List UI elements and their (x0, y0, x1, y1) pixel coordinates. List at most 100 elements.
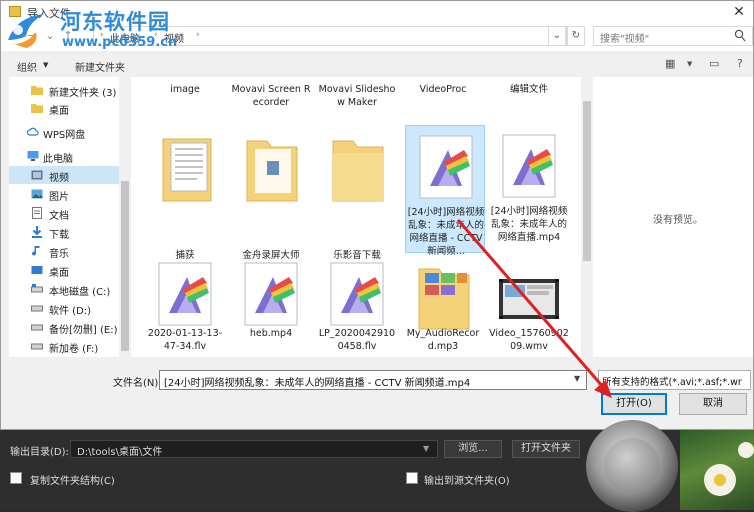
close-icon[interactable]: ✕ (723, 1, 753, 23)
preview-pane-icon[interactable]: ▭ (709, 57, 725, 71)
sidebar-item-drive-e[interactable]: 备份[勿删] (E:) (9, 318, 119, 336)
document-icon (32, 207, 42, 219)
output-to-source-checkbox[interactable] (406, 472, 418, 484)
file-type-value: 所有支持的格式(*.avi;*.asf;*.wr (602, 377, 742, 388)
sidebar-item-label: 音乐 (49, 249, 69, 260)
sidebar-item-documents[interactable]: 文档 (9, 204, 119, 222)
video-file-icon (244, 262, 298, 326)
refresh-icon[interactable]: ↻ (567, 26, 585, 46)
file-type-select[interactable]: 所有支持的格式(*.avi;*.asf;*.wr (598, 370, 751, 390)
no-preview-text: 没有预览。 (653, 215, 703, 226)
filename-value: [24小时]网络视频乱象：未成年人的网络直播 - CCTV 新闻频道.mp4 (164, 378, 471, 389)
file-name: My_AudioRecord.mp3 (406, 328, 480, 352)
file-item[interactable]: 捕获 (145, 125, 225, 261)
output-dir-field[interactable]: D:\tools\桌面\文件 ▼ (70, 440, 438, 458)
file-list: image Movavi Screen Recorder Movavi Slid… (131, 77, 581, 357)
sidebar-item-new-folder[interactable]: 新建文件夹 (3) (9, 81, 119, 99)
file-name: heb.mp4 (249, 328, 293, 339)
browse-button[interactable]: 浏览... (444, 440, 502, 458)
sidebar-scrollbar-thumb[interactable] (121, 181, 129, 351)
search-icon (734, 29, 746, 42)
output-dir-dropdown-icon[interactable]: ▼ (423, 444, 429, 453)
file-name: [24小时]网络视频乱象：未成年人的网络直播.mp4 (490, 206, 568, 243)
open-file-dialog: 导入文件 ✕ ← → ⌄ ↑ › 此电脑 › 视频 › ⌄ ↻ 搜索"视频" 组… (0, 0, 754, 430)
file-item[interactable]: image (145, 77, 225, 123)
organize-chevron-icon[interactable]: ▼ (43, 61, 48, 69)
sidebar-item-desktop[interactable]: 桌面 (9, 261, 119, 279)
file-name: 编辑文件 (509, 84, 548, 95)
file-item[interactable]: LP_20200429100458.flv (317, 255, 397, 357)
sidebar-item-label: 视频 (49, 173, 69, 184)
sidebar-item-pictures[interactable]: 图片 (9, 185, 119, 203)
file-item-selected[interactable]: [24小时]网络视频乱象：未成年人的网络直播 - CCTV 新闻频... (405, 125, 485, 257)
sidebar-item-drive-d[interactable]: 软件 (D:) (9, 299, 119, 317)
folder-icon (162, 138, 212, 202)
filename-dropdown-icon[interactable]: ▼ (574, 374, 580, 383)
file-item[interactable]: [24小时]网络视频乱象：未成年人的网络直播.mp4 (489, 125, 569, 255)
video-file-icon (502, 134, 556, 198)
video-file-icon (419, 135, 473, 199)
video-thumbnail-icon (499, 279, 559, 319)
help-icon[interactable]: ? (737, 57, 753, 71)
audio-folder-icon (418, 268, 470, 330)
filename-label: 文件名(N): (113, 378, 162, 389)
file-item[interactable]: Video_1576090209.wmv (489, 255, 569, 357)
download-icon (32, 226, 42, 238)
preview-pane: 没有预览。 (593, 77, 753, 357)
folder-icon (246, 140, 298, 202)
file-name: VideoProc (419, 84, 467, 95)
output-to-source-label: 输出到源文件夹(O) (424, 476, 510, 487)
open-folder-button[interactable]: 打开文件夹 (512, 440, 580, 458)
drive-icon (31, 324, 43, 331)
file-name: 2020-01-13-13-47-34.flv (147, 328, 223, 352)
sidebar-item-label: WPS网盘 (43, 130, 86, 141)
file-item[interactable]: VideoProc (403, 77, 483, 123)
file-name: [24小时]网络视频乱象：未成年人的网络直播 - CCTV 新闻频... (407, 207, 485, 257)
file-item[interactable]: Movavi Screen Recorder (231, 77, 311, 123)
file-list-scrollbar-thumb[interactable] (583, 101, 591, 261)
folder-icon (31, 104, 43, 113)
search-input[interactable]: 搜索"视频" (593, 26, 753, 46)
file-item[interactable]: heb.mp4 (231, 255, 311, 357)
sidebar-item-label: 图片 (49, 192, 69, 203)
sidebar-item-label: 桌面 (49, 106, 69, 117)
sidebar-item-desktop-folder[interactable]: 桌面 (9, 99, 119, 117)
organize-button[interactable]: 组织 (17, 59, 37, 74)
sidebar-item-videos[interactable]: 视频 (9, 166, 119, 184)
sidebar-item-music[interactable]: 音乐 (9, 242, 119, 260)
filename-field[interactable]: [24小时]网络视频乱象：未成年人的网络直播 - CCTV 新闻频道.mp4 ▼ (159, 370, 587, 390)
view-options-icon[interactable]: ▦ (665, 57, 681, 71)
cancel-button[interactable]: 取消 (679, 393, 747, 415)
sidebar-item-this-pc[interactable]: 此电脑 (9, 147, 119, 165)
sidebar-item-downloads[interactable]: 下载 (9, 223, 119, 241)
picture-icon (31, 189, 43, 199)
play-icon[interactable] (604, 438, 660, 494)
sidebar-item-drive-f[interactable]: 新加卷 (F:) (9, 337, 119, 355)
desktop-icon (31, 266, 43, 274)
flower-icon (704, 442, 754, 496)
file-item[interactable]: 乐影音下载 (317, 125, 397, 261)
copy-structure-label: 复制文件夹结构(C) (30, 476, 115, 487)
drive-icon (31, 343, 43, 350)
sidebar-item-label: 新加卷 (F:) (49, 344, 99, 355)
view-chevron-icon[interactable]: ▼ (687, 60, 703, 74)
address-dropdown-icon[interactable]: ⌄ (548, 26, 566, 46)
file-item[interactable]: 2020-01-13-13-47-34.flv (145, 255, 225, 357)
sidebar-item-label: 新建文件夹 (3) (49, 88, 117, 99)
sidebar-item-label: 备份[勿删] (E:) (49, 325, 118, 336)
sidebar-item-drive-c[interactable]: 本地磁盘 (C:) (9, 280, 119, 298)
folder-icon (332, 140, 384, 202)
open-button[interactable]: 打开(O) (601, 393, 667, 415)
sidebar-item-wps-drive[interactable]: WPS网盘 (9, 123, 119, 141)
sidebar-item-label: 下载 (49, 230, 69, 241)
file-name: Movavi Screen Recorder (231, 84, 311, 108)
watermark-title: 河东软件园 (60, 9, 170, 34)
file-item[interactable]: Movavi Slideshow Maker (317, 77, 397, 123)
file-item[interactable]: 金舟录屏大师 (231, 125, 311, 261)
new-folder-button[interactable]: 新建文件夹 (75, 59, 125, 74)
watermark: 河东软件园 www.pc0359.cn (0, 2, 210, 60)
file-item[interactable]: 编辑文件 (489, 77, 569, 123)
file-item[interactable]: My_AudioRecord.mp3 (403, 255, 483, 357)
copy-structure-checkbox[interactable] (10, 472, 22, 484)
video-icon (31, 170, 43, 180)
